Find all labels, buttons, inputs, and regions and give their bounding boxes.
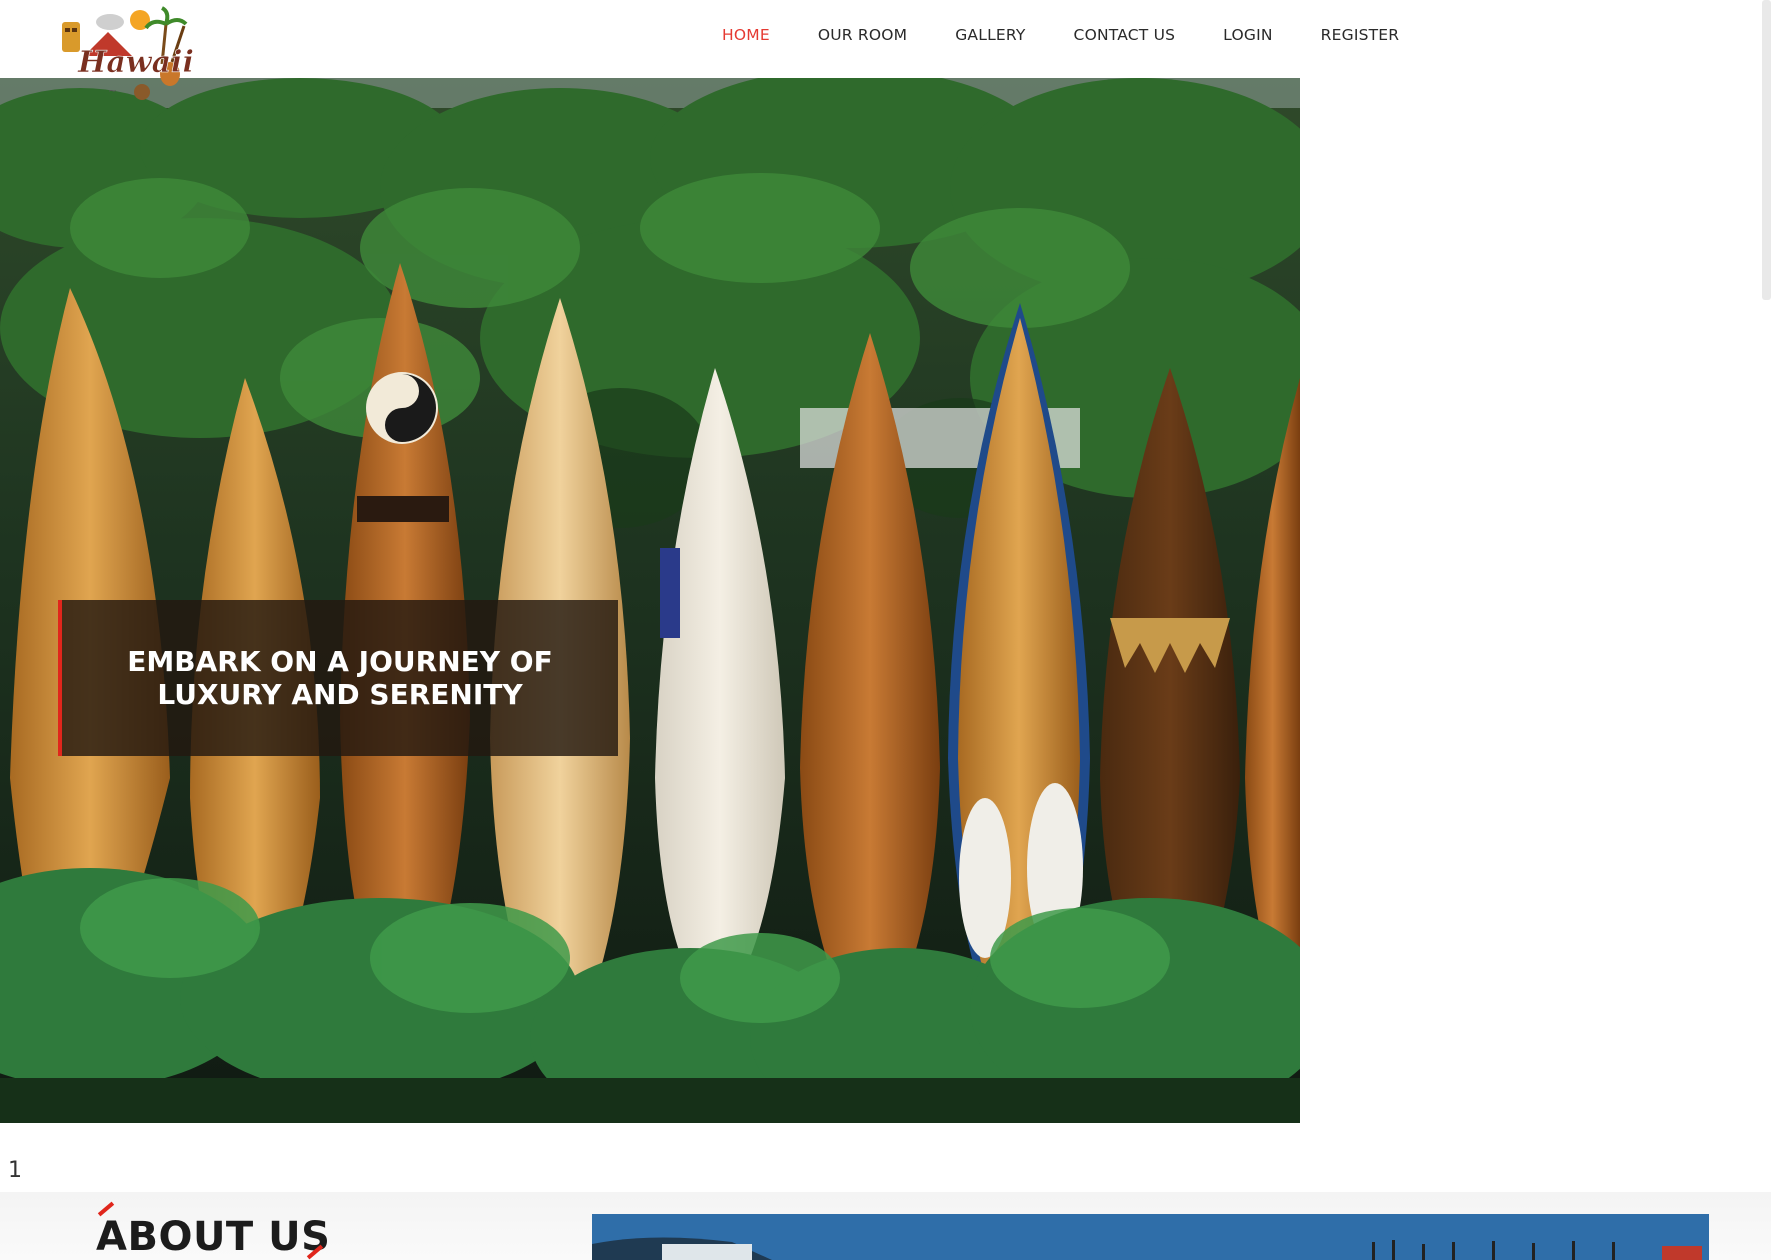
caption-line-2: LUXURY AND SERENITY: [157, 678, 523, 711]
logo-text: Hawaii: [77, 45, 194, 80]
main-nav: HOME OUR ROOM GALLERY CONTACT US LOGIN R…: [722, 20, 1447, 84]
about-title: ABOUT US: [96, 1214, 331, 1260]
nav-register[interactable]: REGISTER: [1321, 20, 1400, 58]
nav-login[interactable]: LOGIN: [1223, 20, 1272, 58]
nav-our-room[interactable]: OUR ROOM: [818, 20, 907, 58]
site-header: Hawaii ~ HOME OUR ROOM GALLERY CONTACT U…: [0, 0, 1771, 100]
hero-caption: EMBARK ON A JOURNEY OF LUXURY AND SERENI…: [58, 600, 618, 756]
nav-home[interactable]: HOME: [722, 20, 770, 84]
caption-line-1: EMBARK ON A JOURNEY OF: [127, 645, 553, 678]
hawaii-logo[interactable]: Hawaii ~: [58, 4, 208, 104]
page-scrollbar[interactable]: [1762, 0, 1771, 300]
nav-gallery[interactable]: GALLERY: [955, 20, 1025, 58]
svg-text:~: ~: [108, 84, 117, 97]
page-number: 1: [8, 1158, 22, 1183]
nav-contact-us[interactable]: CONTACT US: [1074, 20, 1176, 58]
hero-slider[interactable]: EMBARK ON A JOURNEY OF LUXURY AND SERENI…: [0, 78, 1300, 1123]
about-image: [592, 1214, 1709, 1260]
